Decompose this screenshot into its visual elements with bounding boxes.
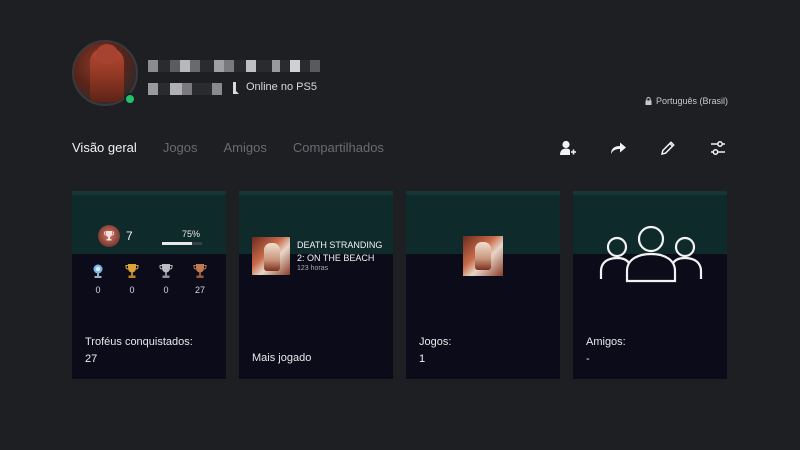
silver-trophy-icon [159,264,173,278]
settings-button[interactable] [708,138,728,158]
card-top-strip [239,191,393,195]
friends-card[interactable]: Amigos: - [573,191,727,379]
trophy-level: 7 [126,229,133,243]
most-played-game-title: DEATH STRANDING 2: ON THE BEACH [297,240,383,263]
most-played-label: Mais jogado [252,352,312,364]
silver-trophy: 0 [158,263,174,295]
platinum-trophy-icon [93,264,103,278]
tab-games[interactable]: Jogos [163,140,198,155]
ps5-console-icon [233,82,239,94]
online-status-dot [124,93,136,105]
tab-friends[interactable]: Amigos [224,140,267,155]
platinum-trophy-count: 0 [95,285,101,295]
game-cover-figure [264,243,280,271]
game-cover-thumbnail [463,236,503,276]
platinum-trophy: 0 [90,263,106,295]
friends-group-icon [599,225,703,283]
gold-trophy-icon [125,264,139,278]
most-played-hours: 123 horas [297,265,329,272]
share-icon [611,142,626,154]
online-status-text: Online no PS5 [246,81,317,93]
username-censored [148,60,320,72]
games-card[interactable]: Jogos: 1 [406,191,560,379]
avatar-statue-head [96,44,118,64]
trophy-counts: 0 0 0 27 [90,263,208,295]
game-cover-thumbnail [252,237,290,275]
trophy-progress-bar [162,242,202,245]
games-label: Jogos: [419,336,452,348]
language-indicator: Português (Brasil) [645,96,728,106]
profile-cards: 7 75% 0 0 0 27 Troféus conquistados: 27 … [72,191,727,379]
profile-tabs: Visão geral Jogos Amigos Compartilhados [72,140,384,155]
friends-label: Amigos: [586,336,626,348]
trophy-progress-fill [162,242,192,245]
bronze-trophy: 27 [192,263,208,295]
trophies-value: 27 [85,353,98,365]
friends-value: - [586,353,590,365]
realname-censored [148,83,222,95]
edit-icon [661,141,675,155]
silver-trophy-count: 0 [163,285,169,295]
card-top-strip [406,191,560,195]
gold-trophy: 0 [124,263,140,295]
bronze-trophy-icon [193,264,207,278]
card-top-strip [573,191,727,195]
tab-overview[interactable]: Visão geral [72,140,137,155]
share-button[interactable] [608,138,628,158]
game-cover-figure [475,242,491,270]
trophies-card[interactable]: 7 75% 0 0 0 27 Troféus conquistados: 27 [72,191,226,379]
most-played-card[interactable]: DEATH STRANDING 2: ON THE BEACH 123 hora… [239,191,393,379]
gold-trophy-count: 0 [129,285,135,295]
bronze-trophy-count: 27 [194,285,205,295]
edit-profile-button[interactable] [658,138,678,158]
card-top-strip [72,191,226,195]
add-friend-button[interactable] [558,138,578,158]
trophy-progress-percent: 75% [182,229,201,239]
language-text: Português (Brasil) [655,96,728,106]
trophies-label: Troféus conquistados: [85,336,193,348]
tab-shared[interactable]: Compartilhados [293,140,384,155]
settings-sliders-icon [711,141,725,155]
games-value: 1 [419,353,426,365]
profile-actions [558,138,728,158]
lock-icon [645,97,652,105]
trophy-level-icon [98,225,120,247]
add-friend-icon [560,140,576,155]
